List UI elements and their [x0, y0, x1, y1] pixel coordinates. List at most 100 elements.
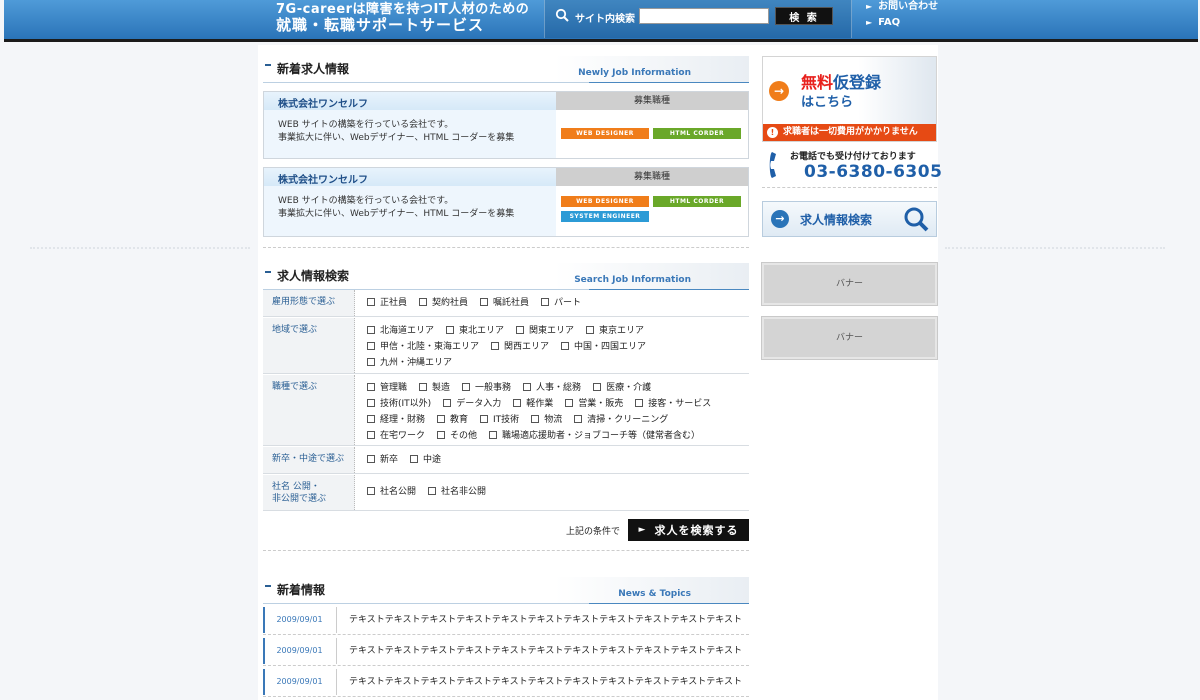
site-search: サイト内検索 検 索	[544, 0, 852, 38]
checkbox[interactable]	[367, 431, 375, 439]
checkbox[interactable]	[531, 415, 540, 423]
checkbox[interactable]	[410, 455, 419, 463]
checkbox-option[interactable]: 関東エリア	[516, 323, 574, 339]
checkbox[interactable]	[523, 383, 532, 391]
filter-region: 地域で選ぶ 北海道エリア 東北エリア 関東エリア 東京エリア 甲信・北陸・東海エリア関…	[263, 318, 749, 374]
section-title: 新着情報	[277, 583, 326, 597]
checkbox-option[interactable]: 接客・サービス	[635, 396, 711, 412]
checkbox[interactable]	[516, 326, 525, 334]
checkbox[interactable]	[367, 399, 375, 407]
site-search-button[interactable]: 検 索	[775, 7, 833, 25]
banner-ad[interactable]: バナー	[761, 262, 938, 306]
checkbox-option[interactable]: 製造	[419, 380, 450, 396]
checkbox[interactable]	[419, 383, 428, 391]
company-name[interactable]: 株式会社ワンセルフ	[264, 168, 556, 186]
checkbox-option[interactable]: 管理職	[367, 380, 407, 396]
checkbox-option[interactable]: 職場適応援助者・ジョブコーチ等（健常者含む）	[489, 428, 700, 444]
checkbox-option[interactable]: 軽作業	[513, 396, 553, 412]
checkbox-option[interactable]: 経理・財務	[367, 412, 425, 428]
checkbox-option[interactable]: 人事・総務	[523, 380, 581, 396]
news-text[interactable]: テキストテキストテキストテキストテキストテキストテキストテキストテキストテキスト…	[349, 607, 742, 633]
checkbox-option[interactable]: 関西エリア	[491, 339, 549, 355]
checkbox-option[interactable]: 正社員	[367, 295, 407, 311]
checkbox[interactable]	[367, 415, 375, 423]
banner-ad[interactable]: バナー	[761, 316, 938, 360]
checkbox-option[interactable]: 九州・沖縄エリア	[367, 355, 452, 371]
checkbox[interactable]	[367, 487, 375, 495]
checkbox-option[interactable]: データ入力	[443, 396, 501, 412]
checkbox[interactable]	[462, 383, 471, 391]
news-text[interactable]: テキストテキストテキストテキストテキストテキストテキストテキストテキストテキスト…	[349, 638, 742, 664]
filter-label: 社名 公開・ 非公開で選ぶ	[263, 475, 355, 510]
checkbox-option[interactable]: 甲信・北陸・東海エリア	[367, 339, 479, 355]
checkbox-option[interactable]: 社名非公開	[428, 484, 486, 500]
checkbox[interactable]	[541, 298, 550, 306]
checkbox[interactable]	[565, 399, 574, 407]
site-search-input[interactable]	[639, 8, 769, 24]
checkbox[interactable]	[443, 399, 452, 407]
checkbox-option[interactable]: 嘱託社員	[480, 295, 529, 311]
checkbox-option[interactable]: 社名公開	[367, 484, 416, 500]
checkbox-option[interactable]: 中国・四国エリア	[561, 339, 646, 355]
checkbox[interactable]	[367, 342, 375, 350]
checkbox-option[interactable]: 契約社員	[419, 295, 468, 311]
checkbox[interactable]	[419, 298, 428, 306]
checkbox[interactable]	[437, 415, 446, 423]
checkbox-option[interactable]: 一般事務	[462, 380, 511, 396]
news-item[interactable]: 2009/09/01 テキストテキストテキストテキストテキストテキストテキストテ…	[263, 636, 749, 666]
contact-link[interactable]: ► お問い合わせ	[866, 0, 938, 16]
faq-link[interactable]: ► FAQ	[866, 16, 938, 32]
job-search-banner[interactable]: → 求人情報検索	[762, 201, 937, 237]
new-jobs-heading: 新着求人情報 Newly Job Information	[263, 56, 749, 83]
checkbox-option[interactable]: その他	[437, 428, 477, 444]
magnifier-icon	[904, 207, 929, 232]
checkbox[interactable]	[446, 326, 455, 334]
checkbox-option[interactable]: 清掃・クリーニング	[574, 412, 668, 428]
company-name[interactable]: 株式会社ワンセルフ	[264, 92, 556, 110]
checkbox[interactable]	[367, 326, 375, 334]
checkbox[interactable]	[480, 298, 489, 306]
free-registration-banner[interactable]: → 無料仮登録 はこちら ! 求職者は一切費用がかかりません	[762, 56, 937, 142]
checkbox[interactable]	[428, 487, 437, 495]
search-jobs-button[interactable]: ► 求人を検索する	[628, 519, 749, 541]
divider	[762, 187, 937, 188]
checkbox[interactable]	[513, 399, 522, 407]
section-title: 求人情報検索	[277, 269, 350, 283]
filter-options: 管理職 製造 一般事務 人事・総務 医療・介護 技術(IT以外) データ入力 軽作業 営業・販…	[367, 380, 747, 444]
checkbox-option[interactable]: 物流	[531, 412, 562, 428]
checkbox[interactable]	[367, 298, 375, 306]
checkbox-option[interactable]: 在宅ワーク	[367, 428, 425, 444]
checkbox-option[interactable]: 北海道エリア	[367, 323, 434, 339]
checkbox[interactable]	[561, 342, 570, 350]
checkbox-option[interactable]: 営業・販売	[565, 396, 623, 412]
news-item[interactable]: 2009/09/01 テキストテキストテキストテキストテキストテキストテキストテ…	[263, 605, 749, 635]
checkbox-option[interactable]: 東京エリア	[586, 323, 644, 339]
checkbox[interactable]	[574, 415, 583, 423]
checkbox[interactable]	[635, 399, 644, 407]
filter-label: 職種で選ぶ	[263, 375, 355, 445]
checkbox-option[interactable]: 東北エリア	[446, 323, 504, 339]
exclamation-icon: !	[767, 127, 778, 138]
job-listing[interactable]: 株式会社ワンセルフ 募集職種 WEB サイトの構築を行っている会社です。 事業拡…	[263, 167, 749, 237]
checkbox[interactable]	[491, 342, 500, 350]
checkbox[interactable]	[367, 455, 375, 463]
checkbox-option[interactable]: 新卒	[367, 452, 398, 468]
checkbox[interactable]	[489, 431, 498, 439]
checkbox-option[interactable]: IT技術	[480, 412, 519, 428]
checkbox[interactable]	[480, 415, 489, 423]
checkbox[interactable]	[367, 358, 375, 366]
news-text[interactable]: テキストテキストテキストテキストテキストテキストテキストテキストテキストテキスト…	[349, 669, 742, 695]
checkbox[interactable]	[593, 383, 602, 391]
filter-new-or-mid-career: 新卒・中途で選ぶ 新卒 中途	[263, 447, 749, 474]
news-item[interactable]: 2009/09/01 テキストテキストテキストテキストテキストテキストテキストテ…	[263, 667, 749, 697]
checkbox-option[interactable]: 中途	[410, 452, 441, 468]
checkbox[interactable]	[437, 431, 446, 439]
checkbox[interactable]	[586, 326, 595, 334]
news-date: 2009/09/01	[263, 607, 337, 633]
checkbox-option[interactable]: 教育	[437, 412, 468, 428]
checkbox-option[interactable]: パート	[541, 295, 581, 311]
checkbox-option[interactable]: 医療・介護	[593, 380, 651, 396]
checkbox[interactable]	[367, 383, 375, 391]
job-listing[interactable]: 株式会社ワンセルフ 募集職種 WEB サイトの構築を行っている会社です。 事業拡…	[263, 91, 749, 159]
checkbox-option[interactable]: 技術(IT以外)	[367, 396, 431, 412]
